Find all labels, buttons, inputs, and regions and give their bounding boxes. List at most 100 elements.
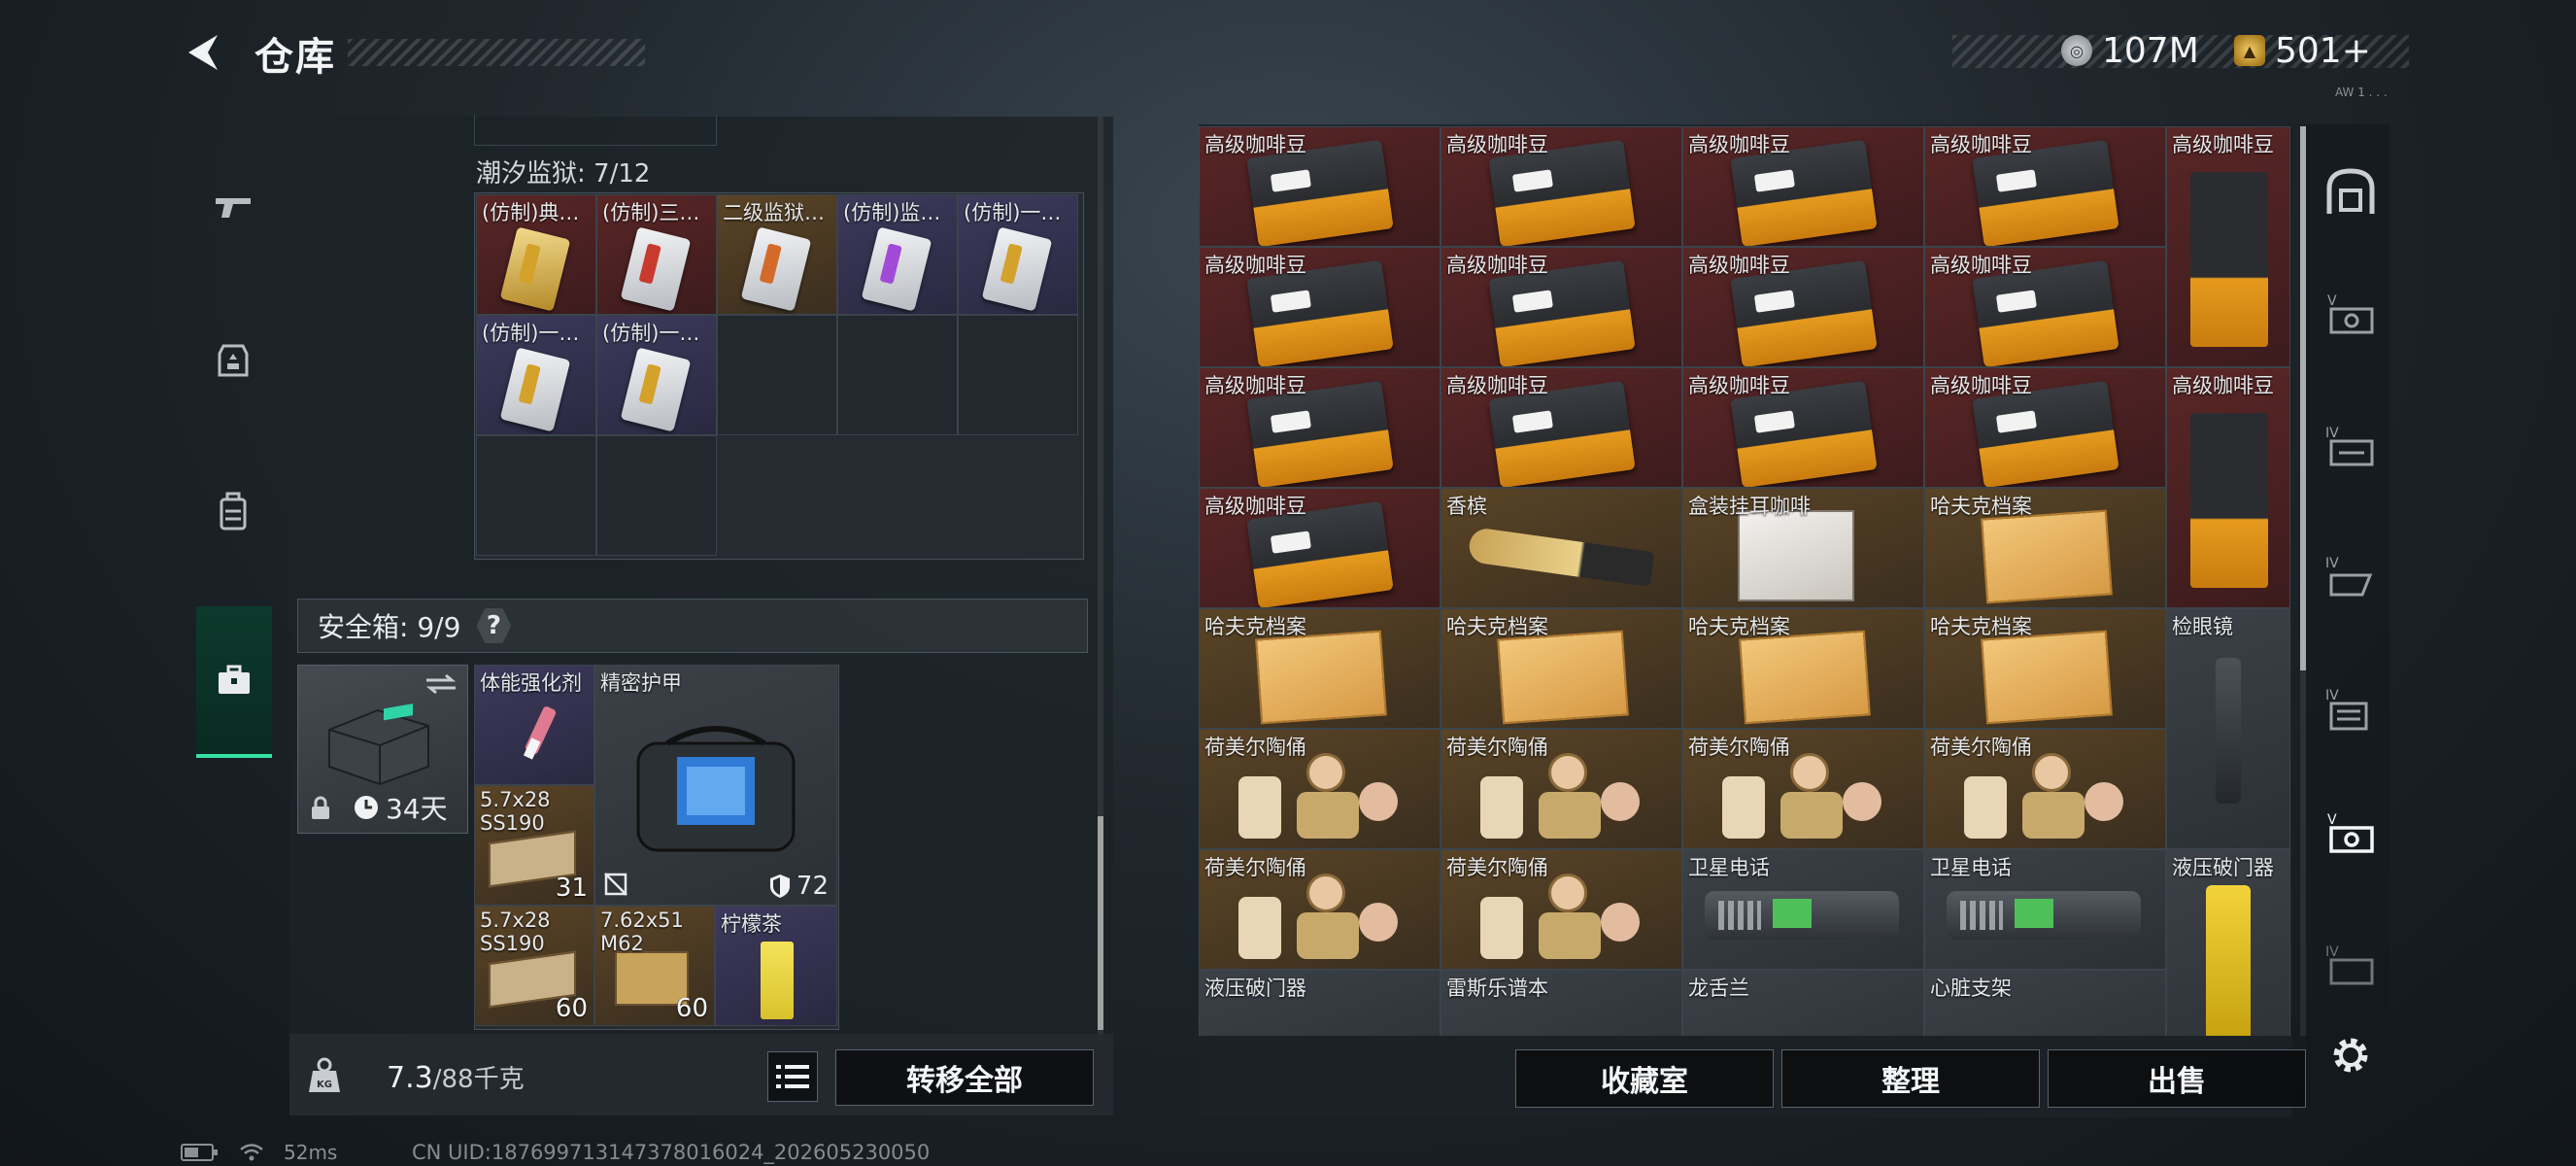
warehouse-item[interactable]: 高级咖啡豆 — [1199, 488, 1441, 608]
user-uid: CN UID:18769971314737801602‌4_2026052300… — [412, 1141, 931, 1164]
item-ammo-1[interactable]: 5.7x28 SS190 31 — [474, 785, 594, 906]
rail-backpack[interactable] — [194, 472, 272, 550]
tab-storage-4a[interactable]: IV — [2322, 420, 2380, 478]
warehouse-item[interactable]: 液压破门器 — [1199, 970, 1441, 1036]
warehouse-item[interactable]: 荷美尔陶俑 — [1441, 849, 1682, 970]
rail-equipment[interactable] — [194, 321, 272, 398]
item-name: (仿制)一… — [602, 322, 700, 345]
item-lemon-tea[interactable]: 柠檬茶 — [715, 906, 837, 1026]
item-name: 哈夫克档案 — [1930, 615, 2032, 638]
label-mark — [1511, 169, 1553, 192]
container-item[interactable]: (仿制)一… — [958, 194, 1078, 315]
safe-box-case[interactable]: 34天 — [297, 665, 468, 834]
container-item[interactable]: (仿制)典… — [476, 194, 596, 315]
transfer-all-button[interactable]: 转移全部 — [835, 1049, 1094, 1106]
swap-icon[interactable] — [424, 673, 458, 695]
warehouse-item[interactable]: 心脏支架 — [1924, 970, 2166, 1036]
empty-slot[interactable] — [958, 315, 1078, 435]
warehouse-item[interactable]: 高级咖啡豆 — [1682, 247, 1924, 367]
item-armor[interactable]: 精密护甲 72 — [594, 665, 837, 906]
warehouse-item[interactable]: 高级咖啡豆 — [1441, 126, 1682, 247]
container-scroll-thumb[interactable] — [1098, 816, 1103, 1030]
list-view-button[interactable] — [767, 1051, 818, 1102]
keycard-icon — [499, 347, 571, 432]
warehouse-item[interactable]: 高级咖啡豆 — [1924, 126, 2166, 247]
item-name: 哈夫克档案 — [1446, 615, 1548, 638]
warehouse-item[interactable]: 高级咖啡豆 — [1924, 367, 2166, 488]
warehouse-item[interactable]: 荷美尔陶俑 — [1441, 729, 1682, 849]
warehouse-item[interactable]: 哈夫克档案 — [1441, 608, 1682, 729]
warehouse-item[interactable]: 雷斯乐谱本 — [1441, 970, 1682, 1036]
warehouse-item[interactable]: 荷美尔陶俑 — [1199, 849, 1441, 970]
container-capacity-label: 潮汐监狱: 7/12 — [476, 159, 651, 189]
warehouse-item[interactable]: 高级咖啡豆 — [1924, 247, 2166, 367]
warehouse-item[interactable]: 荷美尔陶俑 — [1199, 729, 1441, 849]
container-item[interactable]: (仿制)监… — [837, 194, 958, 315]
warehouse-item-tall[interactable]: 液压破门器 — [2166, 849, 2290, 1036]
coffee-bag-icon — [2190, 413, 2268, 588]
item-name: 龙舌兰 — [1688, 977, 1749, 1000]
back-button[interactable] — [181, 29, 227, 76]
warehouse-item[interactable]: 哈夫克档案 — [1682, 608, 1924, 729]
tab-storage-active[interactable]: V — [2322, 806, 2380, 865]
item-name: 高级咖啡豆 — [1446, 374, 1548, 397]
warehouse-item[interactable]: 哈夫克档案 — [1199, 608, 1441, 729]
currency-ticket[interactable]: ▲ 501+ — [2234, 29, 2371, 72]
warehouse-item[interactable]: 荷美尔陶俑 — [1682, 729, 1924, 849]
empty-slot[interactable] — [837, 315, 958, 435]
warehouse-item[interactable]: 高级咖啡豆 — [1682, 126, 1924, 247]
warehouse-item[interactable]: 高级咖啡豆 — [1682, 367, 1924, 488]
warehouse-item[interactable]: 哈夫克档案 — [1924, 488, 2166, 608]
warehouse-item-tall[interactable]: 检眼镜 — [2166, 608, 2290, 849]
warehouse-item[interactable]: 高级咖啡豆 — [1199, 126, 1441, 247]
warehouse-item[interactable]: 卫星电话 — [1682, 849, 1924, 970]
tab-storage-4b[interactable]: IV — [2322, 550, 2380, 608]
sort-button[interactable]: 整理 — [1781, 1049, 2040, 1108]
item-name: 香槟 — [1446, 495, 1487, 518]
figurine-icon — [1480, 874, 1645, 963]
tab-storage-4c[interactable]: IV — [2322, 682, 2380, 740]
warehouse-item[interactable]: 卫星电话 — [1924, 849, 2166, 970]
container-item[interactable]: 二级监狱… — [717, 194, 837, 315]
currency-coin[interactable]: ◎ 107M — [2061, 29, 2199, 72]
settings-button[interactable] — [2322, 1026, 2380, 1084]
keycard-icon — [861, 226, 932, 312]
item-name: 液压破门器 — [1204, 977, 1306, 1000]
safe-timer: 34天 — [353, 788, 448, 827]
container-item[interactable]: (仿制)一… — [596, 315, 717, 435]
warehouse-item[interactable]: 荷美尔陶俑 — [1924, 729, 2166, 849]
warehouse-item[interactable]: 高级咖啡豆 — [1199, 247, 1441, 367]
help-button[interactable]: ? — [476, 608, 512, 643]
empty-slot[interactable] — [596, 435, 717, 556]
empty-slot[interactable] — [717, 315, 837, 435]
container-item[interactable]: (仿制)三… — [596, 194, 717, 315]
collection-room-button[interactable]: 收藏室 — [1515, 1049, 1774, 1108]
tab-storage-4d[interactable]: IV — [2322, 939, 2380, 997]
ophthalmoscope-icon — [2216, 658, 2241, 804]
sell-button[interactable]: 出售 — [2048, 1049, 2306, 1108]
weight-icon: KG — [309, 1057, 340, 1092]
storage-tab-icon: IV — [2325, 556, 2373, 597]
item-ammo-2[interactable]: 5.7x28 SS190 60 — [474, 906, 594, 1026]
rail-safe[interactable] — [196, 606, 272, 758]
empty-slot[interactable] — [476, 435, 596, 556]
item-name: 高级咖啡豆 — [1930, 254, 2032, 277]
warehouse-item[interactable]: 高级咖啡豆 — [1199, 367, 1441, 488]
item-name: (仿制)监… — [843, 201, 941, 224]
item-ammo-3[interactable]: 7.62x51 M62 60 — [594, 906, 715, 1026]
warehouse-item[interactable]: 盒装挂耳咖啡 — [1682, 488, 1924, 608]
warehouse-item[interactable]: 香槟 — [1441, 488, 1682, 608]
tab-storage-5[interactable]: V — [2322, 288, 2380, 346]
rail-weapons[interactable] — [194, 167, 272, 245]
label-mark — [1511, 410, 1553, 433]
warehouse-item-tall[interactable]: 高级咖啡豆 — [2166, 367, 2290, 608]
warehouse-item-tall[interactable]: 高级咖啡豆 — [2166, 126, 2290, 367]
warehouse-item[interactable]: 高级咖啡豆 — [1441, 247, 1682, 367]
tab-all-items[interactable] — [2322, 163, 2380, 222]
item-stim[interactable]: 体能强化剂 — [474, 665, 594, 785]
container-item[interactable]: (仿制)一… — [476, 315, 596, 435]
warehouse-item[interactable]: 哈夫克档案 — [1924, 608, 2166, 729]
warehouse-item[interactable]: 龙舌兰 — [1682, 970, 1924, 1036]
label-mark — [1995, 169, 2037, 192]
warehouse-item[interactable]: 高级咖啡豆 — [1441, 367, 1682, 488]
